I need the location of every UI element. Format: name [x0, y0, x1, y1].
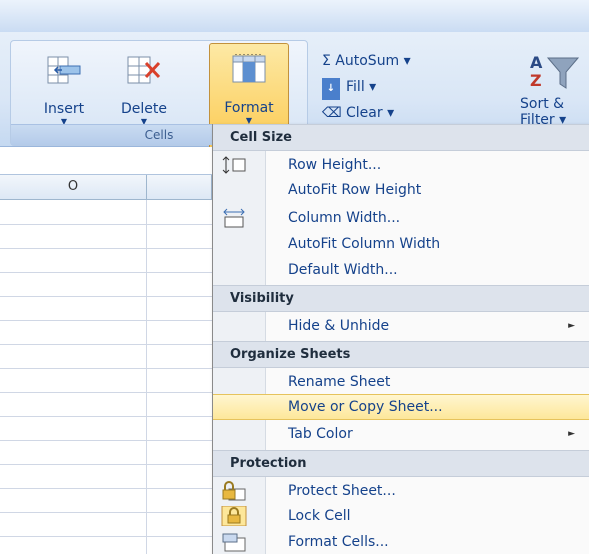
title-bar — [0, 0, 589, 32]
menu-item-format-cells[interactable]: Format Cells... — [213, 530, 589, 554]
menu-item-label: Move or Copy Sheet... — [288, 399, 443, 415]
delete-cells-icon — [127, 56, 161, 84]
menu-item-label: Column Width... — [288, 210, 401, 226]
format-dropdown-menu: Cell Size Row Height... AutoFit Row Heig… — [212, 124, 589, 554]
fill-down-icon: ↓ — [322, 78, 340, 100]
sort-filter-button[interactable]: A Z Sort & Filter ▾ — [512, 44, 589, 128]
clear-button[interactable]: ⌫ Clear ▾ — [322, 102, 394, 124]
menu-item-hide-unhide[interactable]: Hide & Unhide ► — [213, 314, 589, 338]
menu-item-move-copy-sheet[interactable]: Move or Copy Sheet... — [213, 394, 589, 420]
menu-item-label: Protect Sheet... — [288, 483, 396, 499]
svg-text:A: A — [530, 53, 543, 72]
menu-item-label: AutoFit Column Width — [288, 236, 441, 252]
delete-label: Delete — [121, 101, 167, 117]
column-header[interactable] — [147, 175, 212, 199]
menu-item-label: AutoFit Row Height — [288, 182, 422, 198]
section-protection: Protection — [213, 450, 589, 477]
protect-sheet-icon — [222, 481, 246, 501]
menu-item-label: Default Width... — [288, 262, 398, 278]
menu-item-protect-sheet[interactable]: Protect Sheet... — [213, 479, 589, 503]
clear-label: Clear ▾ — [346, 105, 395, 121]
menu-item-column-width[interactable]: Column Width... — [213, 206, 589, 230]
section-visibility: Visibility — [213, 285, 589, 312]
menu-item-autofit-row-height[interactable]: AutoFit Row Height — [213, 178, 589, 202]
column-width-icon — [223, 208, 245, 228]
fill-label: Fill ▾ — [346, 79, 377, 95]
menu-item-label: Lock Cell — [288, 508, 351, 524]
insert-button[interactable]: Insert ▼ — [25, 45, 103, 126]
row-height-icon — [222, 156, 246, 174]
format-label: Format — [224, 100, 274, 116]
menu-item-default-width[interactable]: Default Width... — [213, 258, 589, 282]
menu-item-lock-cell[interactable]: Lock Cell — [213, 504, 589, 528]
format-cells-icon — [222, 533, 246, 552]
menu-item-label: Format Cells... — [288, 534, 389, 550]
menu-item-label: Hide & Unhide — [288, 318, 390, 334]
eraser-icon: ⌫ — [322, 105, 342, 121]
delete-button[interactable]: Delete ▼ — [105, 45, 183, 126]
menu-item-rename-sheet[interactable]: Rename Sheet — [213, 370, 589, 394]
menu-item-label: Tab Color — [288, 426, 353, 442]
autosum-button[interactable]: Σ AutoSum ▾ — [322, 50, 411, 72]
insert-label: Insert — [43, 101, 85, 117]
submenu-arrow-icon: ► — [568, 321, 575, 331]
section-organize-sheets: Organize Sheets — [213, 341, 589, 368]
lock-icon — [221, 506, 247, 526]
autosum-label: Σ AutoSum ▾ — [322, 53, 411, 69]
menu-item-label: Rename Sheet — [288, 374, 391, 390]
menu-item-tab-color[interactable]: Tab Color ► — [213, 422, 589, 446]
section-cell-size: Cell Size — [213, 124, 589, 151]
column-header-o[interactable]: O — [0, 175, 147, 199]
format-cells-icon — [232, 54, 266, 83]
submenu-arrow-icon: ► — [568, 429, 575, 439]
fill-button[interactable]: ↓ Fill ▾ — [322, 76, 377, 100]
menu-item-row-height[interactable]: Row Height... — [213, 153, 589, 177]
insert-cells-icon — [47, 56, 81, 84]
menu-item-autofit-column-width[interactable]: AutoFit Column Width — [213, 232, 589, 256]
svg-text:Z: Z — [530, 71, 542, 90]
sort-filter-icon: A Z — [530, 53, 580, 90]
menu-item-label: Row Height... — [288, 157, 382, 173]
